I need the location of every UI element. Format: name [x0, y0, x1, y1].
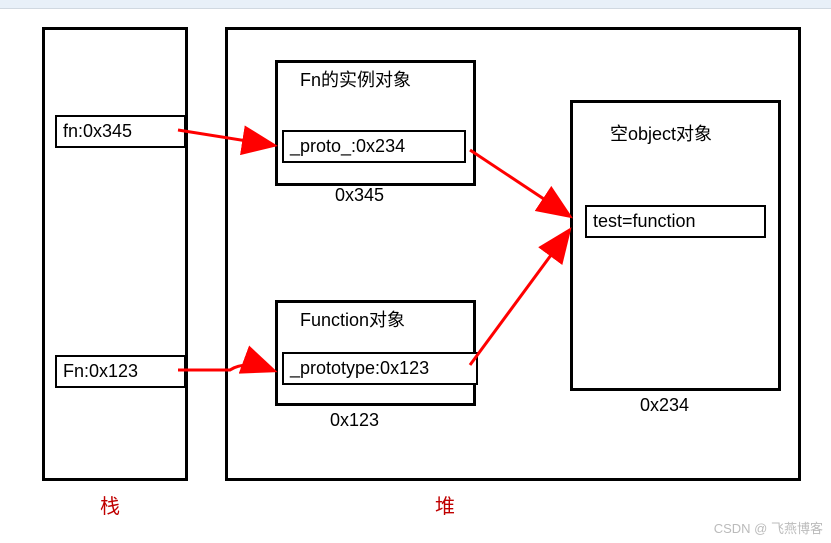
instance-address: 0x345	[335, 185, 384, 206]
watermark: CSDN @ 飞燕博客	[714, 518, 823, 537]
instance-proto-field: _proto_:0x234	[282, 130, 466, 163]
object-test-field: test=function	[585, 205, 766, 238]
object-title: 空object对象	[610, 120, 712, 146]
stack-box	[42, 27, 188, 481]
heap-label: 堆	[435, 490, 455, 519]
function-address: 0x123	[330, 410, 379, 431]
stack-fn-entry: fn:0x345	[55, 115, 186, 148]
instance-title: Fn的实例对象	[300, 66, 411, 92]
function-prototype-field: _prototype:0x123	[282, 352, 478, 385]
function-title: Function对象	[300, 306, 405, 332]
stack-label: 栈	[100, 490, 120, 519]
top-bar	[0, 0, 831, 9]
object-address: 0x234	[640, 395, 689, 416]
stack-Fn-entry: Fn:0x123	[55, 355, 186, 388]
